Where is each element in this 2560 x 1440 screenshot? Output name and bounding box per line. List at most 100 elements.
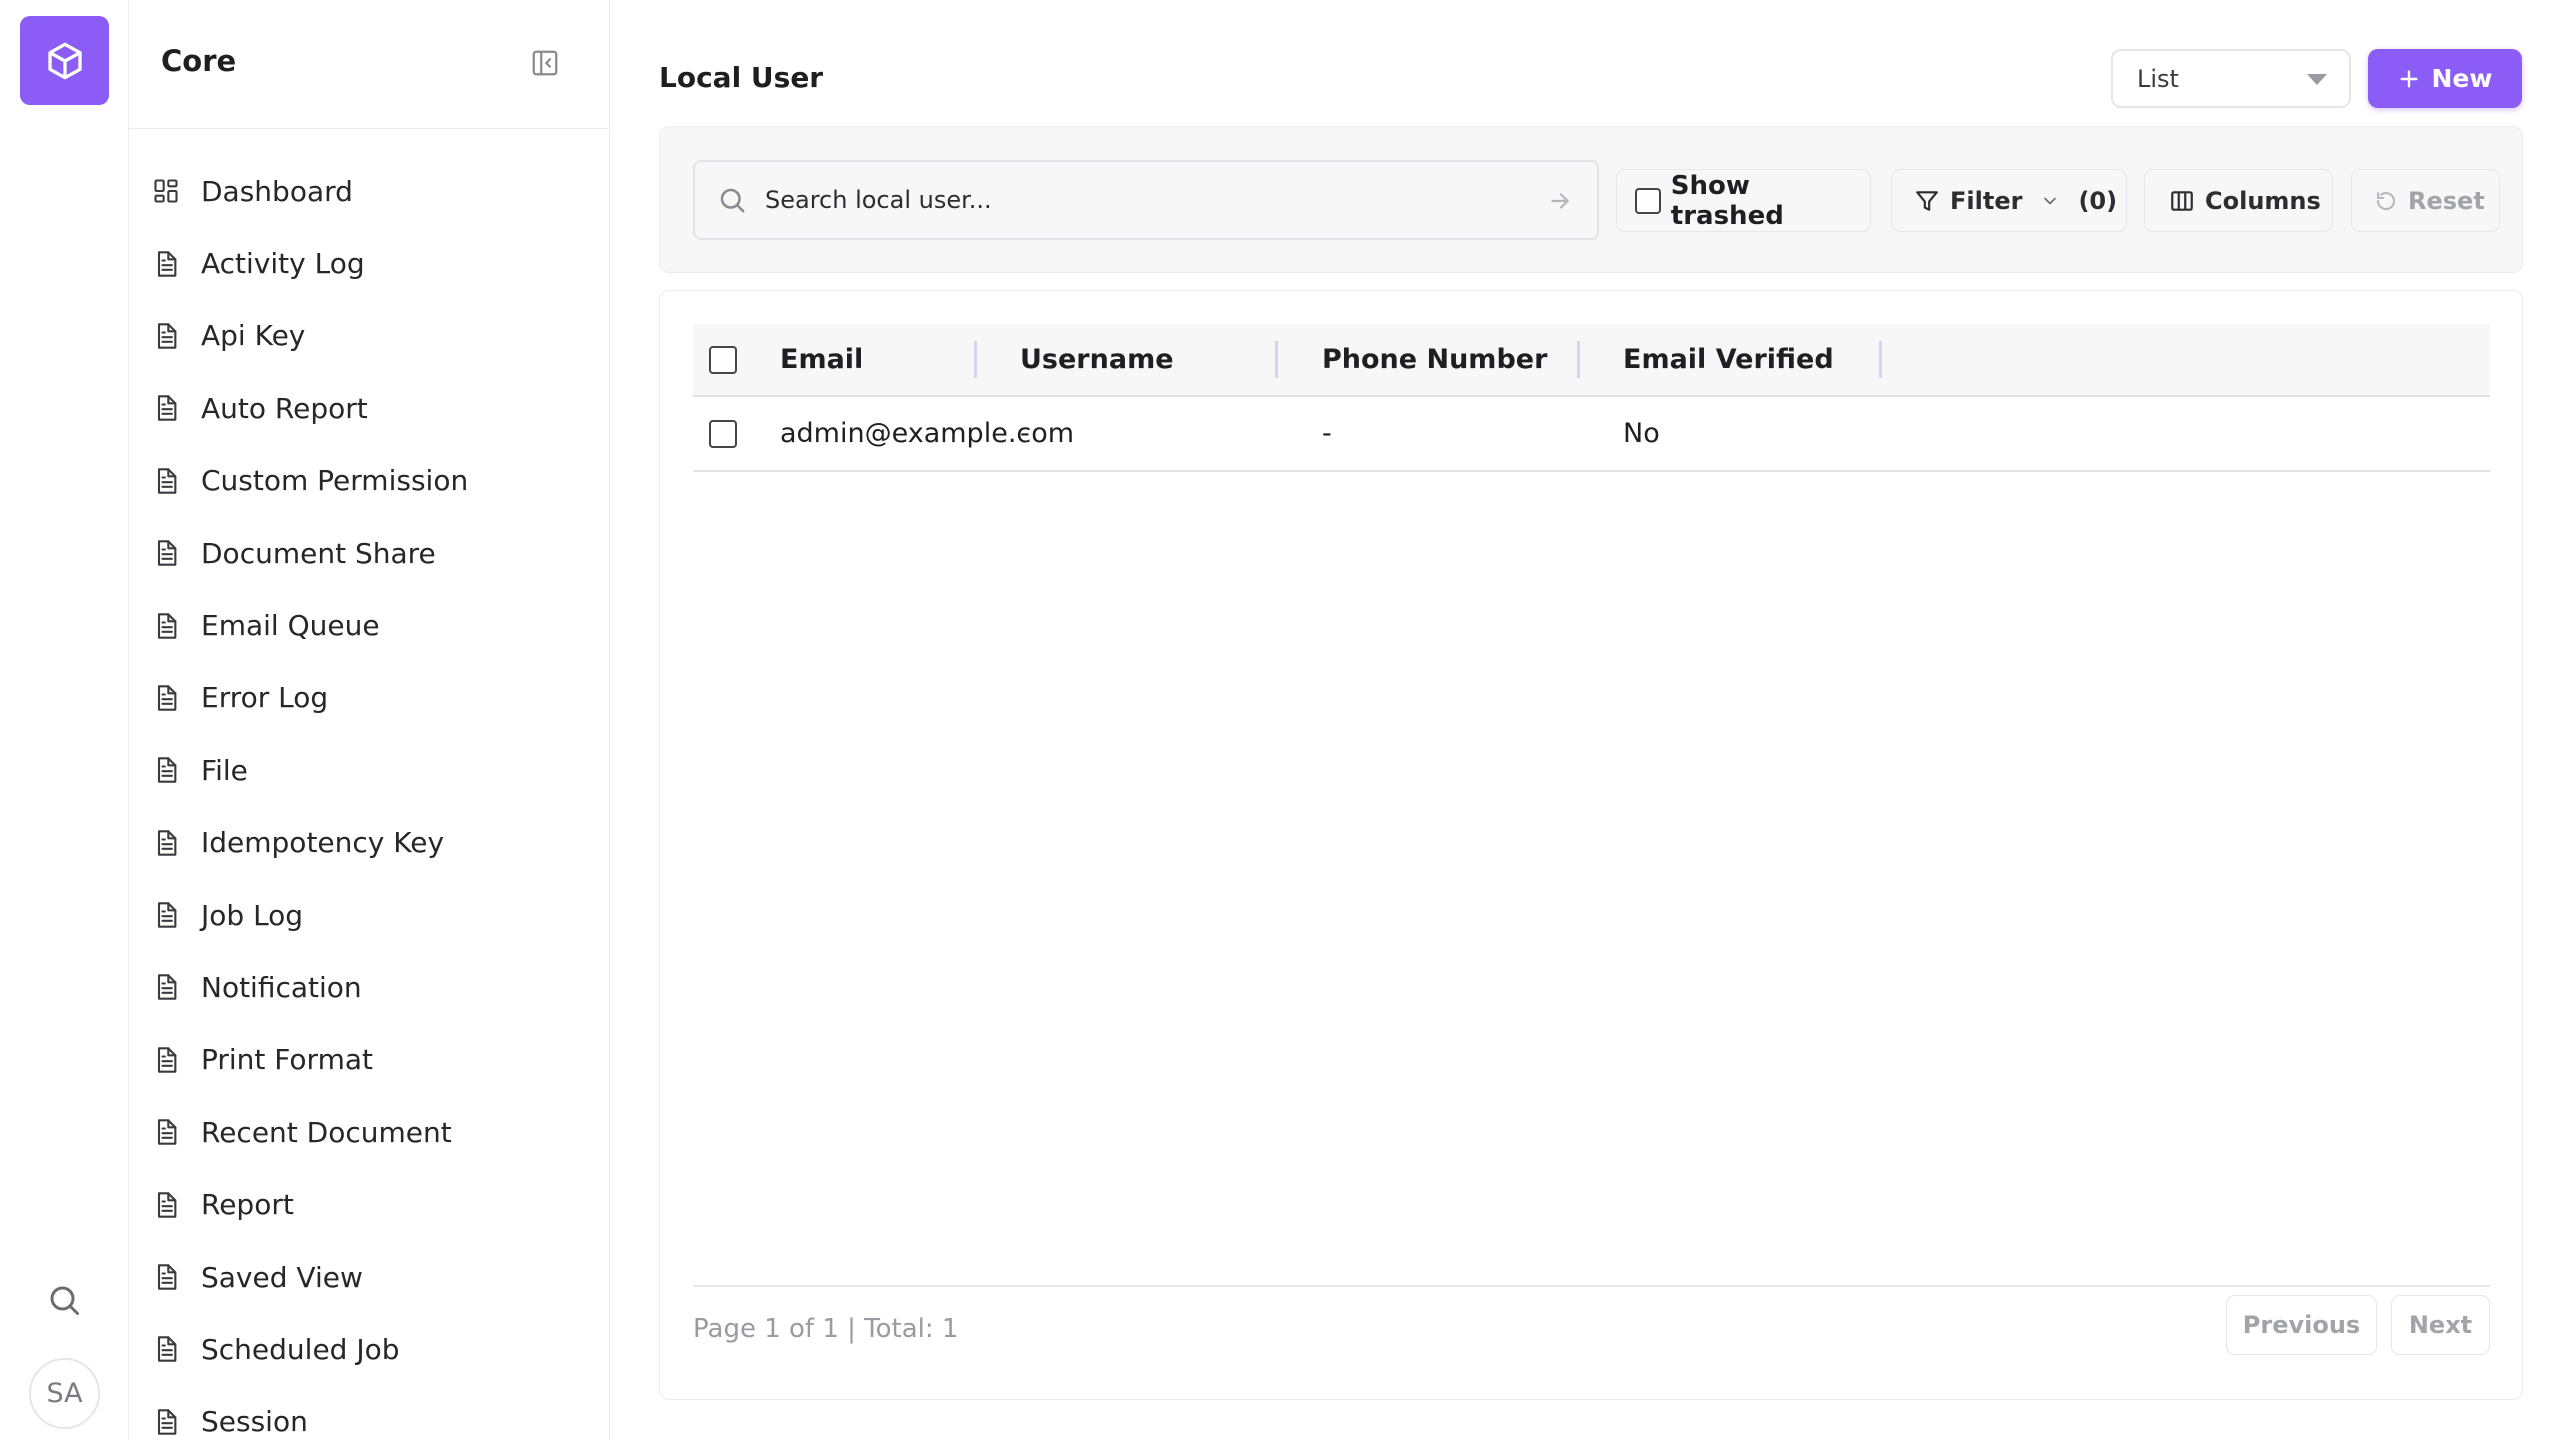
cell-email-verified: No (1623, 418, 1660, 449)
sidebar-item-job-log[interactable]: Job Log (129, 879, 609, 951)
cell-phone-number: - (1322, 418, 1332, 449)
document-icon (151, 826, 181, 860)
sidebar-item-file[interactable]: File (129, 734, 609, 806)
sidebar-item-print-format[interactable]: Print Format (129, 1024, 609, 1096)
document-icon (151, 609, 181, 643)
data-table: Email Username Phone Number Email Verifi… (659, 290, 2523, 1400)
avatar[interactable]: SA (29, 1358, 100, 1429)
sidebar-item-label: Error Log (201, 681, 329, 715)
column-resize-handle[interactable] (1879, 341, 1882, 378)
sidebar-item-label: Print Format (201, 1043, 373, 1077)
sidebar-item-label: Auto Report (201, 391, 368, 425)
search-icon[interactable] (40, 1276, 88, 1324)
sidebar-item-error-log[interactable]: Error Log (129, 662, 609, 734)
column-header-email-verified[interactable]: Email Verified (1623, 324, 1834, 395)
filter-icon (1914, 188, 1940, 214)
main-content: Local User List New Show trash (611, 0, 2560, 1440)
columns-button[interactable]: Columns (2144, 169, 2333, 232)
cube-icon[interactable] (20, 16, 109, 105)
columns-label: Columns (2205, 186, 2321, 215)
sidebar-item-label: Activity Log (201, 247, 365, 281)
sidebar-item-dashboard[interactable]: Dashboard (129, 155, 609, 227)
select-all-cell (709, 324, 737, 395)
sidebar-item-saved-view[interactable]: Saved View (129, 1241, 609, 1313)
previous-button[interactable]: Previous (2226, 1295, 2377, 1355)
show-trashed-label: Show trashed (1670, 170, 1784, 231)
plus-icon (2399, 69, 2418, 88)
document-icon (151, 970, 181, 1004)
column-header-email[interactable]: Email (780, 324, 863, 395)
column-resize-handle[interactable] (1577, 341, 1580, 378)
show-trashed-checkbox[interactable] (1635, 187, 1661, 214)
sidebar-item-label: Session (201, 1405, 308, 1439)
sidebar-item-activity-log[interactable]: Activity Log (129, 227, 609, 299)
sidebar-item-custom-permission[interactable]: Custom Permission (129, 445, 609, 517)
sidebar-item-document-share[interactable]: Document Share (129, 517, 609, 589)
sidebar-item-api-key[interactable]: Api Key (129, 300, 609, 372)
document-icon (151, 753, 181, 787)
chevron-down-icon (2040, 191, 2060, 211)
sidebar-item-label: File (201, 753, 248, 787)
sidebar-item-label: Report (201, 1188, 294, 1222)
reset-icon (2374, 189, 2398, 213)
search-input[interactable] (765, 186, 1525, 214)
filter-button[interactable]: Filter (0) (1891, 169, 2127, 232)
sidebar-item-label: Custom Permission (201, 464, 469, 498)
sidebar-title: Core (161, 44, 237, 78)
view-select[interactable]: List (2111, 49, 2351, 108)
column-header-username[interactable]: Username (1020, 324, 1174, 395)
show-trashed-toggle[interactable]: Show trashed (1616, 169, 1871, 232)
document-icon (151, 898, 181, 932)
arrow-right-icon[interactable] (1543, 184, 1577, 218)
document-icon (151, 1043, 181, 1077)
document-icon (151, 1115, 181, 1149)
column-header-phone-number[interactable]: Phone Number (1322, 324, 1547, 395)
document-icon (151, 1188, 181, 1222)
sidebar-item-email-queue[interactable]: Email Queue (129, 589, 609, 661)
document-icon (151, 1405, 181, 1439)
new-button-label: New (2431, 64, 2493, 93)
sidebar-nav: Dashboard Activity Log Api Key Auto Report C… (129, 155, 609, 1440)
columns-icon (2169, 188, 2195, 214)
sidebar-item-idempotency-key[interactable]: Idempotency Key (129, 807, 609, 879)
sidebar-item-label: Dashboard (201, 174, 353, 208)
new-button[interactable]: New (2368, 49, 2522, 108)
cell-username: - (1020, 418, 1030, 449)
sidebar: Core Dashboard Activity Log Api Key Auto Re… (128, 0, 610, 1440)
sidebar-item-session[interactable]: Session (129, 1386, 609, 1440)
document-icon (151, 1332, 181, 1366)
sidebar-item-notification[interactable]: Notification (129, 951, 609, 1023)
sidebar-item-label: Job Log (201, 898, 304, 932)
document-icon (151, 319, 181, 353)
next-button[interactable]: Next (2391, 1295, 2490, 1355)
sidebar-item-label: Document Share (201, 536, 436, 570)
sidebar-item-label: Recent Document (201, 1115, 452, 1149)
pagination-summary: Page 1 of 1 | Total: 1 (693, 1314, 959, 1344)
sidebar-item-recent-document[interactable]: Recent Document (129, 1096, 609, 1168)
row-checkbox[interactable] (709, 419, 737, 448)
row-select-cell (709, 397, 737, 470)
sidebar-item-report[interactable]: Report (129, 1168, 609, 1240)
filter-count: (0) (2078, 186, 2118, 215)
cell-email[interactable]: admin@example.com (780, 397, 1074, 470)
view-select-value: List (2137, 64, 2179, 93)
document-icon (151, 1260, 181, 1294)
select-all-checkbox[interactable] (709, 345, 737, 374)
sidebar-item-scheduled-job[interactable]: Scheduled Job (129, 1313, 609, 1385)
sidebar-item-label: Notification (201, 970, 362, 1004)
sidebar-item-label: Scheduled Job (201, 1332, 400, 1366)
column-resize-handle[interactable] (1275, 341, 1278, 378)
sidebar-header: Core (129, 0, 609, 129)
sidebar-item-label: Idempotency Key (201, 826, 445, 860)
panel-collapse-icon[interactable] (529, 47, 561, 79)
sidebar-item-label: Saved View (201, 1260, 363, 1294)
document-icon (151, 464, 181, 498)
filter-label: Filter (1950, 186, 2023, 215)
search-box (693, 160, 1599, 240)
column-resize-handle[interactable] (974, 341, 977, 378)
sidebar-item-auto-report[interactable]: Auto Report (129, 372, 609, 444)
document-icon (151, 536, 181, 570)
reset-button[interactable]: Reset (2351, 169, 2500, 232)
table-footer-divider (693, 1285, 2490, 1287)
table-row[interactable]: admin@example.com - - No (693, 397, 2490, 472)
